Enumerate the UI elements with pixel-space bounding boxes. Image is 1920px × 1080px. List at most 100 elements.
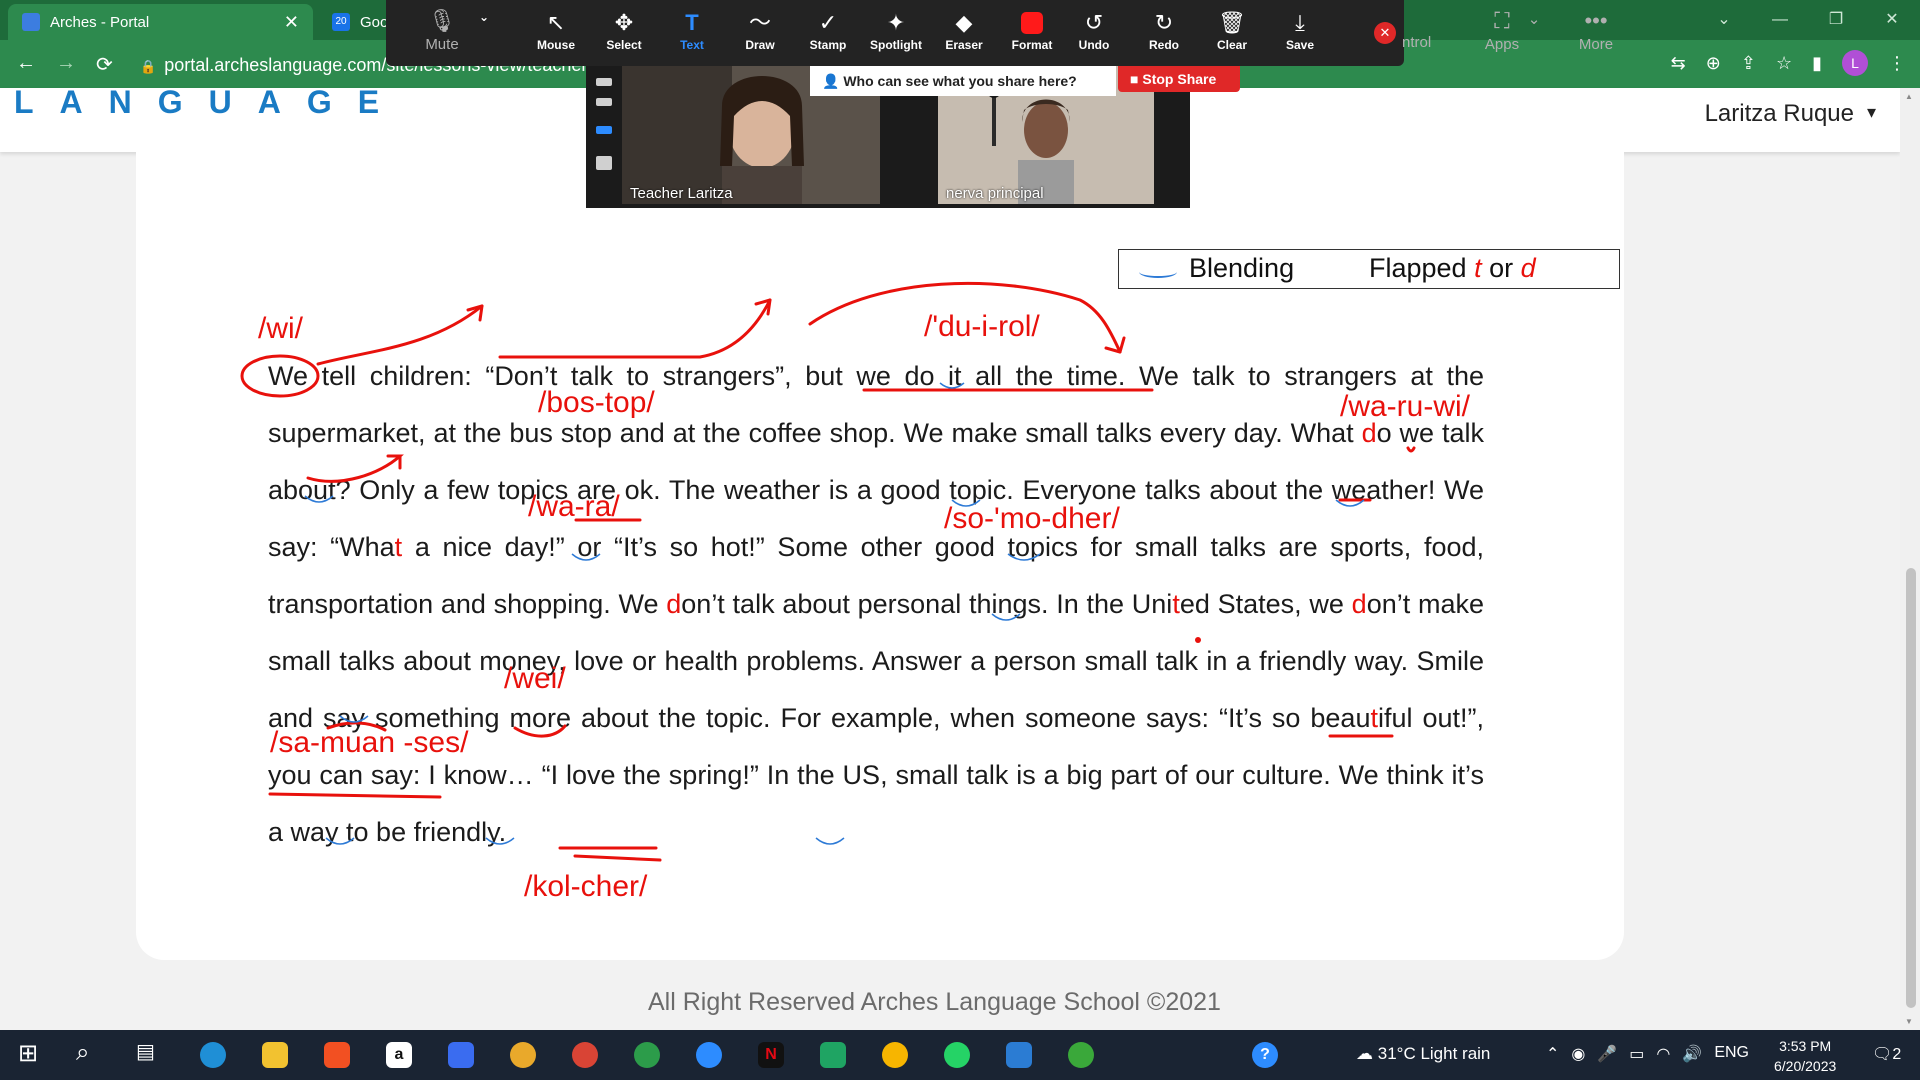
edge-icon[interactable] <box>200 1042 226 1068</box>
zoom-tool-label: Format <box>1011 38 1053 52</box>
annotation-wa-ru-wi: /wa-ru-wi/ <box>1340 390 1471 423</box>
minimize-icon[interactable]: — <box>1752 0 1808 40</box>
zoom-tool-eraser[interactable]: ◆ Eraser <box>932 8 996 52</box>
zoom-tool-spotlight[interactable]: ✦ Spotlight <box>864 8 928 52</box>
flapped-letter: t <box>1172 589 1180 619</box>
zoom-mute-label: Mute <box>425 36 459 53</box>
passage-text: We tell children: “Don’t talk to strange… <box>268 361 1484 448</box>
tab-arches-portal[interactable]: Arches - Portal ✕ <box>8 4 313 40</box>
reload-icon[interactable]: ⟳ <box>96 52 113 77</box>
profile-avatar[interactable]: L <box>1842 50 1868 76</box>
zoom-mute-button[interactable]: 🎙 Mute <box>410 6 474 53</box>
whatsapp-icon[interactable] <box>944 1042 970 1068</box>
amazon-icon[interactable]: a <box>386 1042 412 1068</box>
trash-icon: 🗑 <box>1218 10 1246 35</box>
store-icon[interactable] <box>324 1042 350 1068</box>
user-menu-name[interactable]: Laritza Ruque <box>1705 100 1854 128</box>
windows-start-icon[interactable]: ⊞ <box>18 1039 38 1068</box>
zoom-magnifier-icon[interactable]: ⊕ <box>1706 53 1721 74</box>
restore-icon[interactable]: ❐ <box>1808 0 1864 40</box>
utorrent-icon[interactable] <box>1068 1042 1094 1068</box>
volume-icon[interactable]: 🔊 <box>1682 1044 1702 1064</box>
annotation-so-mo-dher: /so-'mo-dher/ <box>944 502 1120 535</box>
zoom-apps-caret-icon[interactable]: ⌄ <box>1522 10 1546 28</box>
scrollbar-thumb[interactable] <box>1906 568 1916 1008</box>
zoom-tool-label: Text <box>680 38 704 52</box>
zoom-tool-undo[interactable]: ↺ Undo <box>1062 8 1126 52</box>
share-visibility-notice[interactable]: 👤 Who can see what you share here? <box>810 66 1116 96</box>
zoom-app-icon[interactable] <box>696 1042 722 1068</box>
zoom-tool-label: Select <box>606 38 642 52</box>
calculator-icon[interactable] <box>1006 1042 1032 1068</box>
help-icon[interactable]: ? <box>1252 1042 1278 1068</box>
task-view-icon[interactable]: ▤ <box>136 1039 155 1064</box>
language-indicator[interactable]: ENG <box>1714 1044 1749 1064</box>
bookmark-star-icon[interactable]: ☆ <box>1776 53 1792 74</box>
search-icon[interactable]: ⌕ <box>76 1039 89 1067</box>
back-arrow-icon[interactable]: ← <box>16 52 36 75</box>
zoom-tool-text[interactable]: T Text <box>660 8 724 52</box>
legend-blending: Blending <box>1189 253 1295 283</box>
side-panel-icon[interactable]: ▮ <box>1812 53 1822 74</box>
forward-arrow-icon[interactable]: → <box>56 52 76 75</box>
zoom-tool-stamp[interactable]: ✓ Stamp <box>796 8 860 52</box>
legend-flapped-label: Flapped <box>1369 253 1467 283</box>
chrome-profile-icon[interactable] <box>572 1042 598 1068</box>
zoom-annotation-toolbar: 🎙 Mute ⌄ ↖ Mouse ✥ Select T Text 〜 Draw ✓ Sta… <box>386 0 1404 66</box>
cast-icon[interactable]: ⇆ <box>1671 53 1686 74</box>
close-annotation-icon[interactable]: ✕ <box>1374 22 1396 44</box>
tray-chevron-icon[interactable]: ⌃ <box>1546 1044 1559 1064</box>
bing-icon[interactable] <box>448 1042 474 1068</box>
zoom-remote-control-button[interactable]: ntrol <box>1402 34 1466 51</box>
notification-center[interactable]: 🗨2 <box>1872 1044 1901 1064</box>
page-scrollbar[interactable]: ▲ ▼ <box>1900 88 1920 1030</box>
magic-wand-icon: ✦ <box>886 10 906 35</box>
user-menu-caret-icon[interactable]: ▾ <box>1867 102 1876 123</box>
netflix-icon[interactable]: N <box>758 1042 784 1068</box>
zoom-tool-format[interactable]: Format <box>1000 8 1064 52</box>
share-icon[interactable]: ⇪ <box>1741 53 1756 74</box>
wifi-icon[interactable]: ◠ <box>1656 1044 1670 1064</box>
zoom-tool-label: Clear <box>1216 38 1248 52</box>
chrome-profile-icon[interactable] <box>634 1042 660 1068</box>
microphone-icon: 🎙 <box>428 8 456 33</box>
zoom-tool-save[interactable]: ⤓ Save <box>1268 8 1332 52</box>
zoom-mute-caret-icon[interactable]: ⌄ <box>472 10 496 24</box>
view-option-icon[interactable] <box>596 98 612 106</box>
taskbar-clock[interactable]: 3:53 PM 6/20/2023 <box>1774 1036 1836 1076</box>
close-window-icon[interactable]: ✕ <box>1864 0 1920 40</box>
chrome-icon[interactable] <box>510 1042 536 1068</box>
zoom-tool-mouse[interactable]: ↖ Mouse <box>524 8 588 52</box>
scroll-down-icon[interactable]: ▼ <box>1905 1017 1913 1026</box>
camera-icon[interactable]: ◉ <box>1571 1044 1585 1064</box>
clock-time: 3:53 PM <box>1779 1038 1832 1054</box>
site-logo[interactable]: LANGUAGE <box>14 86 405 118</box>
blending-arc-icon <box>1139 266 1177 278</box>
scroll-up-icon[interactable]: ▲ <box>1905 92 1913 101</box>
file-explorer-icon[interactable] <box>262 1042 288 1068</box>
zoom-apps-label: Apps <box>1484 36 1520 53</box>
browser-menu-icon[interactable]: ⋮ <box>1888 53 1906 74</box>
grid-view-icon[interactable] <box>596 156 612 170</box>
zoom-tool-label: Undo <box>1078 38 1110 52</box>
zoom-tool-select[interactable]: ✥ Select <box>592 8 656 52</box>
google-drive-icon[interactable] <box>820 1042 846 1068</box>
zoom-tool-draw[interactable]: 〜 Draw <box>728 8 792 52</box>
share-notice-text: Who can see what you share here? <box>843 73 1077 89</box>
battery-icon[interactable]: ▭ <box>1629 1044 1644 1064</box>
weather-widget[interactable]: ☁ 31°C Light rain <box>1356 1044 1490 1064</box>
zoom-tool-label: Mouse <box>536 38 575 52</box>
video-view-switcher[interactable] <box>586 66 620 208</box>
zoom-tool-redo[interactable]: ↻ Redo <box>1132 8 1196 52</box>
zoom-more-button[interactable]: ••• More <box>1564 6 1628 53</box>
view-option-icon[interactable] <box>596 78 612 86</box>
stop-share-label: Stop Share <box>1142 71 1217 87</box>
close-tab-icon[interactable]: ✕ <box>284 12 299 33</box>
view-option-icon[interactable] <box>596 126 612 134</box>
stop-square-icon: ■ <box>1130 71 1143 87</box>
zoom-tool-clear[interactable]: 🗑 Clear <box>1200 8 1264 52</box>
stop-share-button[interactable]: ■ Stop Share <box>1118 66 1240 92</box>
microphone-tray-icon[interactable]: 🎤 <box>1597 1044 1617 1064</box>
tab-search-icon[interactable]: ⌄ <box>1696 0 1752 40</box>
norton-icon[interactable] <box>882 1042 908 1068</box>
